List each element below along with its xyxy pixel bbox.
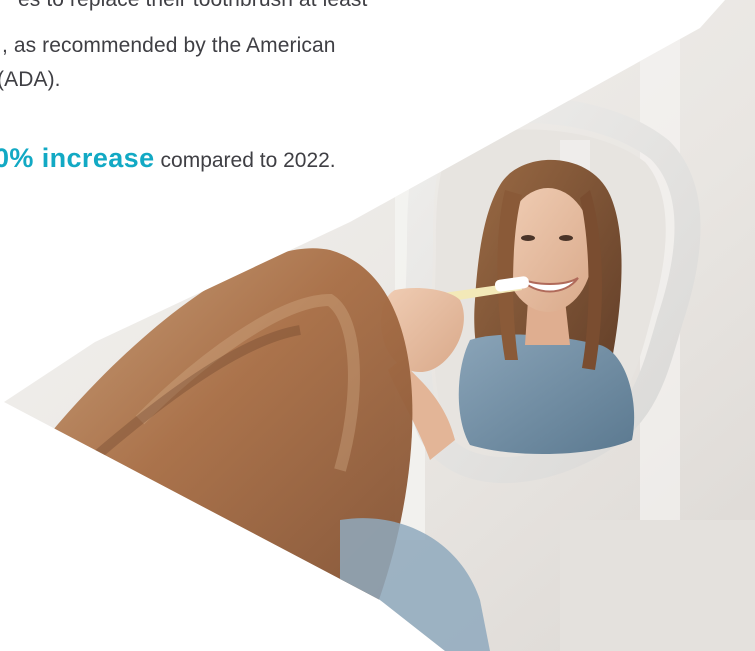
photo-illustration xyxy=(4,0,755,651)
photo-woman-brushing-teeth xyxy=(0,0,755,651)
